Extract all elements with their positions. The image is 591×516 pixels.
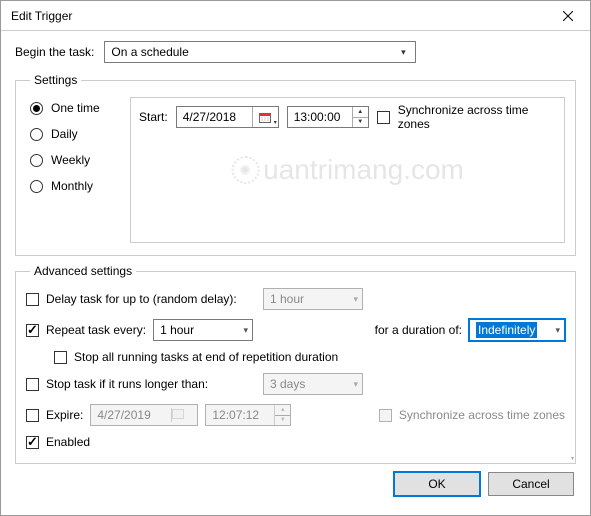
advanced-legend: Advanced settings [30, 264, 136, 278]
begin-task-label: Begin the task: [15, 45, 94, 59]
delay-combo: 1 hour ▾ [263, 288, 363, 310]
delay-value: 1 hour [270, 292, 304, 306]
enabled-checkbox[interactable] [26, 436, 39, 449]
repeat-every-combo[interactable]: 1 hour ▾ [153, 319, 253, 341]
radio-weekly[interactable]: Weekly [30, 153, 120, 167]
duration-label: for a duration of: [375, 323, 462, 337]
repeat-checkbox[interactable] [26, 324, 39, 337]
time-spinner: ▲ ▼ [274, 405, 290, 425]
radio-icon [30, 128, 43, 141]
delay-label: Delay task for up to (random delay): [46, 292, 256, 306]
begin-task-combo[interactable]: On a schedule ▾ [104, 41, 416, 63]
radio-icon [30, 102, 43, 115]
spin-up-icon: ▲ [275, 405, 290, 416]
chevron-down-icon: ▾ [353, 379, 358, 390]
chevron-down-icon: ▾ [353, 294, 358, 305]
settings-fieldset: Settings One time Daily Weekly Monthly [15, 73, 576, 256]
delay-checkbox[interactable] [26, 293, 39, 306]
spin-down-icon: ▼ [353, 118, 368, 128]
dialog-content: Begin the task: On a schedule ▾ Settings… [1, 31, 590, 508]
close-icon [563, 11, 573, 21]
bulb-icon: ✺ [231, 156, 259, 184]
radio-daily[interactable]: Daily [30, 127, 120, 141]
expire-date-input: 4/27/2019 ▾ [90, 404, 198, 426]
advanced-fieldset: Advanced settings Delay task for up to (… [15, 264, 576, 464]
radio-one-time[interactable]: One time [30, 101, 120, 115]
calendar-icon [172, 408, 184, 419]
settings-legend: Settings [30, 73, 81, 87]
close-button[interactable] [546, 1, 590, 31]
chevron-down-icon: ▾ [555, 325, 560, 336]
ok-button[interactable]: OK [394, 472, 480, 496]
stop-repetition-label: Stop all running tasks at end of repetit… [74, 350, 338, 364]
expire-checkbox[interactable] [26, 409, 39, 422]
chevron-down-icon: ▾ [395, 47, 411, 58]
repeat-label: Repeat task every: [46, 323, 146, 337]
radio-label: Daily [51, 127, 78, 141]
start-time-value: 13:00:00 [288, 110, 352, 124]
duration-combo[interactable]: Indefinitely ▾ [469, 319, 565, 341]
chevron-down-icon: ▾ [274, 119, 277, 126]
spin-down-icon: ▼ [275, 416, 290, 426]
sync-timezone-checkbox[interactable] [377, 111, 390, 124]
expire-time-input: 12:07:12 ▲ ▼ [205, 404, 291, 426]
calendar-toggle: ▾ [171, 408, 197, 422]
radio-label: Weekly [51, 153, 90, 167]
radio-icon [30, 154, 43, 167]
watermark: ✺ uantrimang.com [231, 154, 464, 186]
chevron-down-icon: ▾ [244, 325, 249, 336]
titlebar: Edit Trigger [1, 1, 590, 31]
expire-time-value: 12:07:12 [206, 408, 274, 422]
stop-long-combo: 3 days ▾ [263, 373, 363, 395]
radio-label: Monthly [51, 179, 93, 193]
spin-up-icon: ▲ [353, 107, 368, 118]
expire-date-value: 4/27/2019 [91, 408, 171, 422]
begin-task-value: On a schedule [111, 45, 188, 59]
start-date-input[interactable]: 4/27/2018 ▾ [176, 106, 279, 128]
cancel-button[interactable]: Cancel [488, 472, 574, 496]
radio-monthly[interactable]: Monthly [30, 179, 120, 193]
chevron-down-icon: ▾ [571, 455, 574, 462]
stop-long-value: 3 days [270, 377, 305, 391]
calendar-icon [259, 112, 271, 123]
enabled-label: Enabled [46, 435, 90, 449]
start-time-input[interactable]: 13:00:00 ▲ ▼ [287, 106, 369, 128]
duration-value: Indefinitely [476, 322, 537, 338]
radio-icon [30, 180, 43, 193]
radio-label: One time [51, 101, 100, 115]
expire-label: Expire: [46, 408, 83, 422]
start-panel: Start: 4/27/2018 ▾ [130, 97, 565, 243]
button-row: OK Cancel [15, 472, 576, 496]
time-spinner[interactable]: ▲ ▼ [352, 107, 368, 127]
window-title: Edit Trigger [11, 9, 546, 23]
begin-task-row: Begin the task: On a schedule ▾ [15, 41, 576, 63]
repeat-every-value: 1 hour [160, 323, 194, 337]
calendar-toggle[interactable]: ▾ [252, 107, 278, 127]
sync-timezone-label: Synchronize across time zones [398, 103, 556, 131]
expire-sync-label: Synchronize across time zones [399, 408, 565, 422]
schedule-options: One time Daily Weekly Monthly [26, 97, 120, 243]
expire-sync-checkbox [379, 409, 392, 422]
stop-long-label: Stop task if it runs longer than: [46, 377, 256, 391]
start-date-value: 4/27/2018 [177, 110, 252, 124]
stop-long-checkbox[interactable] [26, 378, 39, 391]
start-label: Start: [139, 110, 168, 124]
stop-repetition-checkbox[interactable] [54, 351, 67, 364]
